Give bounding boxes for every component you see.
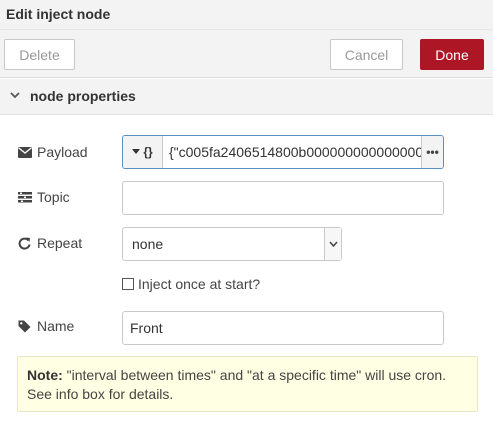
dialog-title: Edit inject node <box>6 6 111 22</box>
refresh-icon <box>18 237 34 250</box>
tag-icon <box>18 320 34 333</box>
name-label-text: Name <box>37 318 75 334</box>
payload-input[interactable]: {} {"c005fa2406514800b000000000000000 ••… <box>122 135 444 169</box>
payload-label-text: Payload <box>37 144 88 160</box>
name-label: Name <box>18 318 74 334</box>
payload-type-button[interactable]: {} <box>123 136 163 168</box>
done-button[interactable]: Done <box>420 39 484 70</box>
caret-down-icon <box>132 149 141 154</box>
topic-label-text: Topic <box>37 189 70 205</box>
dialog-titlebar: Edit inject node <box>0 0 493 30</box>
topic-label: Topic <box>18 189 70 205</box>
payload-label: Payload <box>18 144 88 160</box>
node-properties-header[interactable]: node properties <box>0 79 493 115</box>
ellipsis-icon[interactable]: ••• <box>421 136 443 168</box>
inject-once-checkbox[interactable] <box>122 278 134 290</box>
inject-once-label: Inject once at start? <box>138 276 261 292</box>
chevron-down-icon[interactable] <box>324 228 341 260</box>
tasks-icon <box>18 191 34 203</box>
cancel-button[interactable]: Cancel <box>330 39 403 70</box>
dialog-toolbar: Delete Cancel Done <box>0 30 493 78</box>
note-box: Note: "interval between times" and "at a… <box>17 356 478 412</box>
chevron-down-icon <box>10 89 20 103</box>
repeat-select[interactable]: none <box>122 227 342 261</box>
topic-input[interactable] <box>122 181 444 215</box>
note-text: "interval between times" and "at a speci… <box>27 367 447 402</box>
payload-value[interactable]: {"c005fa2406514800b000000000000000 <box>163 144 421 160</box>
payload-type-label: {} <box>143 145 153 159</box>
inject-once-row[interactable]: Inject once at start? <box>122 276 260 292</box>
name-input[interactable]: Front <box>122 311 444 345</box>
envelope-icon <box>18 146 34 158</box>
note-bold: Note: <box>27 367 63 383</box>
repeat-label: Repeat <box>18 235 82 251</box>
repeat-label-text: Repeat <box>37 235 83 251</box>
delete-button[interactable]: Delete <box>4 39 75 70</box>
section-label: node properties <box>30 88 136 104</box>
repeat-selected-value: none <box>132 236 164 252</box>
